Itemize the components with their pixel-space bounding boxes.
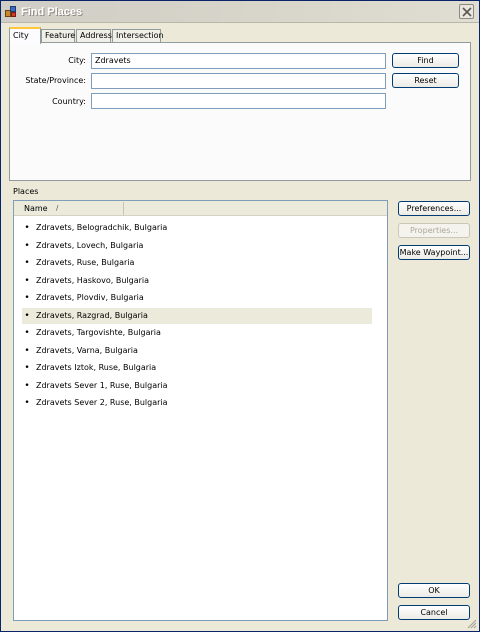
tab-feature[interactable]: Feature — [41, 29, 75, 43]
bullet-icon: • — [24, 275, 30, 286]
list-item-label: Zdravets, Haskovo, Bulgaria — [36, 275, 150, 285]
list-item[interactable]: • Zdravets, Haskovo, Bulgaria — [22, 273, 372, 289]
find-button[interactable]: Find — [392, 53, 459, 68]
bullet-icon: • — [24, 240, 30, 251]
bullet-icon: • — [24, 258, 30, 268]
state-province-label: State/Province: — [25, 76, 86, 85]
bullet-icon: • — [24, 328, 30, 338]
tab-city[interactable]: City — [9, 27, 41, 44]
list-item[interactable]: • Zdravets Sever 2, Ruse, Bulgaria — [22, 395, 372, 411]
list-item[interactable]: • Zdravets, Targovishte, Bulgaria — [22, 325, 372, 341]
country-field[interactable] — [91, 93, 386, 109]
list-item-label: Zdravets, Plovdiv, Bulgaria — [36, 293, 144, 302]
list-item-label: Zdravets, Lovech, Bulgaria — [36, 240, 144, 250]
title-bar[interactable]: Find Places — [1, 1, 479, 23]
close-icon — [462, 7, 472, 17]
ok-button[interactable]: OK — [398, 583, 470, 598]
list-item[interactable]: • Zdravets, Lovech, Bulgaria — [22, 238, 372, 254]
bullet-icon: • — [24, 380, 30, 391]
tab-address[interactable]: Address — [76, 29, 112, 43]
list-item[interactable]: • Zdravets Iztok, Ruse, Bulgaria — [22, 360, 372, 376]
list-item-label: Zdravets, Ruse, Bulgaria — [36, 258, 135, 267]
city-label: City: — [68, 56, 86, 65]
sort-indicator-icon: / — [56, 204, 59, 212]
list-item[interactable]: • Zdravets, Ruse, Bulgaria — [22, 255, 372, 271]
list-item[interactable]: • Zdravets, Plovdiv, Bulgaria — [22, 290, 372, 306]
tab-intersection[interactable]: Intersection — [112, 29, 164, 43]
preferences-button[interactable]: Preferences... — [398, 201, 470, 216]
bullet-icon: • — [24, 345, 30, 356]
resize-grip-icon[interactable] — [466, 618, 477, 629]
list-item-label: Zdravets Sever 2, Ruse, Bulgaria — [36, 398, 168, 407]
window-title: Find Places — [21, 6, 83, 18]
list-header: Name / — [14, 201, 387, 216]
column-name-label: Name — [24, 204, 48, 213]
bullet-icon: • — [24, 293, 30, 303]
find-places-dialog: Find Places City Feature Address Interse… — [0, 0, 480, 632]
properties-button[interactable]: Properties... — [398, 223, 470, 238]
reset-button[interactable]: Reset — [392, 73, 459, 88]
places-label: Places — [13, 187, 39, 196]
bullet-icon: • — [24, 223, 30, 233]
column-header-name[interactable]: Name / — [16, 202, 124, 215]
bullet-icon: • — [24, 398, 30, 408]
make-waypoint-button[interactable]: Make Waypoint... — [398, 245, 470, 260]
places-list[interactable]: Name / • Zdravets, Belogradchik, Bulgaria… — [13, 200, 388, 621]
cancel-button[interactable]: Cancel — [398, 605, 470, 620]
list-item-label: Zdravets, Targovishte, Bulgaria — [36, 328, 161, 337]
city-field[interactable]: Zdravets — [91, 53, 386, 69]
list-item[interactable]: • Zdravets, Varna, Bulgaria — [22, 343, 372, 359]
list-item-label: Zdravets, Varna, Bulgaria — [36, 345, 138, 355]
list-item[interactable]: • Zdravets Sever 1, Ruse, Bulgaria — [22, 378, 372, 394]
bullet-icon: • — [24, 310, 30, 321]
list-item-label: Zdravets Sever 1, Ruse, Bulgaria — [36, 380, 168, 390]
list-item[interactable]: • Zdravets, Belogradchik, Bulgaria — [22, 220, 372, 236]
list-item-label: Zdravets Iztok, Ruse, Bulgaria — [36, 363, 157, 372]
close-button[interactable] — [459, 4, 474, 19]
globe-stack-icon — [5, 6, 17, 18]
list-item-label: Zdravets, Belogradchik, Bulgaria — [36, 223, 168, 232]
list-item[interactable]: • Zdravets, Razgrad, Bulgaria — [22, 307, 372, 324]
city-tab-panel: City: Zdravets State/Province: Country: … — [9, 42, 471, 181]
bullet-icon: • — [24, 363, 30, 373]
list-item-label: Zdravets, Razgrad, Bulgaria — [36, 310, 148, 320]
country-label: Country: — [52, 97, 86, 106]
state-province-field[interactable] — [91, 73, 386, 89]
